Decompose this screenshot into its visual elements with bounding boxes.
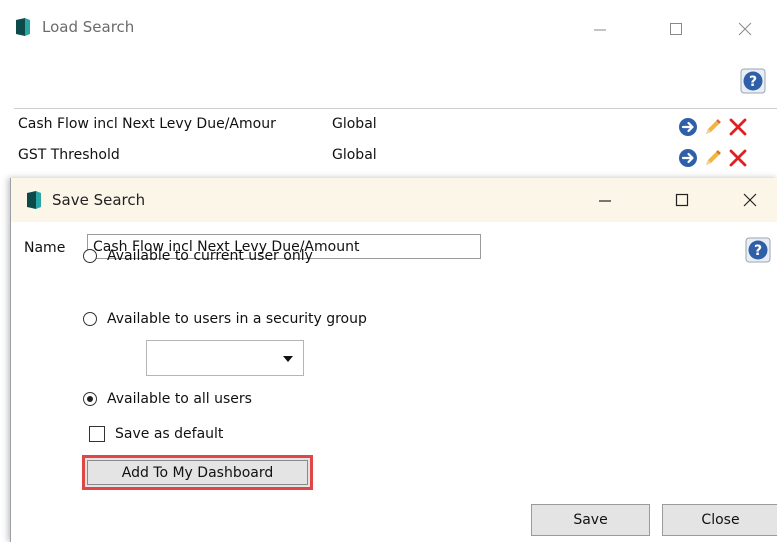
load-search-titlebar: Load Search xyxy=(0,0,777,56)
security-group-dropdown[interactable] xyxy=(146,340,304,376)
maximize-icon xyxy=(675,193,689,207)
radio-button[interactable] xyxy=(83,312,97,326)
radio-label: Available to users in a security group xyxy=(107,311,367,327)
save-search-titlebar: Save Search xyxy=(11,178,777,222)
name-label: Name xyxy=(24,240,66,256)
edit-icon[interactable] xyxy=(702,147,724,169)
radio-security-group[interactable]: Available to users in a security group xyxy=(83,308,367,330)
search-scope: Global xyxy=(332,116,377,132)
delete-icon[interactable] xyxy=(727,147,749,169)
window-title: Load Search xyxy=(42,18,135,36)
radio-button[interactable] xyxy=(83,249,97,263)
edit-icon[interactable] xyxy=(702,116,724,138)
list-item[interactable]: GST Threshold Global xyxy=(14,142,777,172)
maximize-button[interactable] xyxy=(662,185,702,215)
svg-text:?: ? xyxy=(749,74,757,90)
app-icon xyxy=(23,189,45,211)
search-name: Cash Flow incl Next Levy Due/Amour xyxy=(18,116,276,132)
radio-label: Available to all users xyxy=(107,391,252,407)
dialog-title: Save Search xyxy=(52,191,146,209)
minimize-icon xyxy=(599,200,611,202)
close-window-button[interactable] xyxy=(725,14,765,44)
close-icon xyxy=(743,193,757,207)
go-icon[interactable] xyxy=(677,147,699,169)
close-icon xyxy=(738,22,752,36)
add-to-dashboard-label: Add To My Dashboard xyxy=(87,460,308,485)
radio-label: Available to current user only xyxy=(107,248,313,264)
delete-icon[interactable] xyxy=(727,116,749,138)
search-scope: Global xyxy=(332,147,377,163)
minimize-icon xyxy=(594,29,606,31)
saved-searches-list: Cash Flow incl Next Levy Due/Amour Globa… xyxy=(14,108,777,175)
close-dialog-button[interactable] xyxy=(730,185,770,215)
radio-current-user-only[interactable]: Available to current user only xyxy=(83,245,313,267)
help-icon[interactable]: ? xyxy=(740,68,766,94)
close-button[interactable]: Close xyxy=(662,504,777,536)
list-item[interactable]: Cash Flow incl Next Levy Due/Amour Globa… xyxy=(14,111,777,141)
chevron-down-icon xyxy=(283,356,293,362)
checkbox-label: Save as default xyxy=(115,426,224,442)
save-search-dialog: Save Search Name ? Available to current … xyxy=(10,178,777,542)
maximize-button[interactable] xyxy=(656,14,696,44)
radio-button-selected[interactable] xyxy=(83,392,97,406)
add-to-dashboard-button[interactable]: Add To My Dashboard xyxy=(82,455,313,490)
save-as-default-checkbox-row[interactable]: Save as default xyxy=(89,423,223,445)
minimize-button[interactable] xyxy=(580,14,620,44)
minimize-button[interactable] xyxy=(585,185,625,215)
go-icon[interactable] xyxy=(677,116,699,138)
app-icon xyxy=(12,16,34,38)
maximize-icon xyxy=(670,23,682,35)
svg-text:?: ? xyxy=(754,243,762,259)
radio-all-users[interactable]: Available to all users xyxy=(83,388,252,410)
help-icon[interactable]: ? xyxy=(745,237,771,263)
search-name: GST Threshold xyxy=(18,147,120,163)
save-as-default-checkbox[interactable] xyxy=(89,426,105,442)
save-button[interactable]: Save xyxy=(531,504,650,536)
